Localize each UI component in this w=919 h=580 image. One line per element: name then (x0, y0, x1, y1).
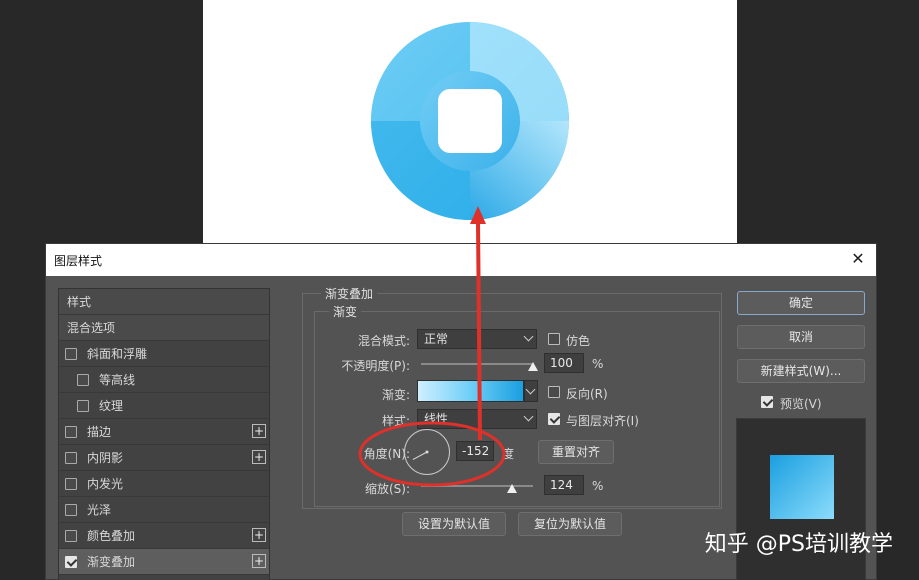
style-item-checkbox[interactable] (65, 451, 77, 464)
scale-label: 缩放(S): (364, 482, 410, 496)
blend-mode-value: 正常 (424, 332, 449, 346)
style-list-item[interactable]: 等高线 (59, 367, 269, 393)
preview-label: 预览(V) (780, 397, 822, 411)
style-item-checkbox[interactable] (65, 555, 77, 568)
gradient-ring-artwork (371, 22, 569, 220)
set-default-button[interactable]: 设置为默认值 (402, 512, 506, 536)
opacity-label: 不透明度(P): (341, 359, 410, 373)
chevron-down-icon (523, 331, 534, 342)
style-item-label: 等高线 (99, 373, 136, 387)
angle-label: 角度(N): (363, 447, 410, 461)
preview-checkbox[interactable] (761, 396, 773, 408)
style-list-item[interactable]: 渐变叠加 + (59, 549, 269, 575)
style-list-item[interactable]: 内阴影 + (59, 445, 269, 471)
angle-input[interactable]: -152 (456, 441, 494, 461)
blend-mode-label: 混合模式: (357, 334, 410, 348)
reverse-label: 反向(R) (566, 387, 608, 401)
gradient-dropdown[interactable] (524, 380, 538, 402)
preview-swatch (770, 455, 834, 519)
style-list-item[interactable]: 光泽 (59, 497, 269, 523)
scale-percent: % (592, 479, 604, 493)
chevron-down-icon (523, 411, 534, 422)
style-list-item[interactable]: 描边 + (59, 419, 269, 445)
gradient-style-value: 线性 (424, 412, 449, 426)
style-item-checkbox[interactable] (77, 373, 89, 386)
subgroup-title: 渐变 (329, 303, 362, 320)
style-item-label: 颜色叠加 (87, 529, 136, 543)
opacity-percent: % (592, 357, 604, 371)
gradient-style-select[interactable]: 线性 (417, 409, 537, 429)
reset-default-button[interactable]: 复位为默认值 (518, 512, 622, 536)
add-effect-icon[interactable]: + (252, 554, 266, 568)
opacity-slider-track[interactable] (421, 363, 533, 365)
style-item-checkbox[interactable] (65, 347, 77, 360)
close-icon[interactable]: ✕ (848, 249, 868, 269)
style-list: 样式 混合选项 斜面和浮雕等高线纹理描边 + 内阴影 + 内发光光泽颜色叠加 + 渐变叠加 + (58, 288, 270, 580)
style-list-item[interactable]: 颜色叠加 + (59, 523, 269, 549)
style-item-checkbox[interactable] (77, 399, 89, 412)
style-list-item[interactable]: 纹理 (59, 393, 269, 419)
style-item-label: 内发光 (87, 477, 124, 491)
style-label: 样式: (381, 414, 410, 428)
add-effect-icon[interactable]: + (252, 424, 266, 438)
ok-button[interactable]: 确定 (737, 291, 865, 315)
opacity-slider-thumb[interactable] (528, 362, 538, 371)
cancel-button[interactable]: 取消 (737, 325, 865, 349)
style-list-item[interactable]: 内发光 (59, 471, 269, 497)
reverse-checkbox[interactable] (548, 386, 560, 398)
style-item-label: 斜面和浮雕 (87, 347, 148, 361)
style-item-label: 纹理 (99, 399, 124, 413)
gradient-label: 渐变: (381, 388, 410, 402)
dither-label: 仿色 (566, 334, 591, 348)
angle-dial-indicator (412, 450, 429, 460)
style-item-label: 内阴影 (87, 451, 124, 465)
dither-checkbox[interactable] (548, 333, 560, 345)
blend-mode-select[interactable]: 正常 (417, 329, 537, 349)
style-item-checkbox[interactable] (65, 503, 77, 516)
group-title: 渐变叠加 (321, 285, 378, 302)
gradient-swatch[interactable] (417, 380, 524, 402)
scale-input[interactable]: 124 (544, 475, 584, 495)
blend-options-item[interactable]: 混合选项 (59, 315, 269, 341)
style-list-item[interactable]: 斜面和浮雕 (59, 341, 269, 367)
style-list-header[interactable]: 样式 (59, 289, 269, 315)
style-item-checkbox[interactable] (65, 477, 77, 490)
style-item-checkbox[interactable] (65, 529, 77, 542)
align-with-layer-label: 与图层对齐(I) (566, 414, 639, 428)
scale-slider-thumb[interactable] (507, 484, 518, 493)
chevron-down-icon (525, 384, 536, 395)
style-item-label: 渐变叠加 (87, 555, 136, 569)
angle-dial[interactable] (404, 429, 450, 475)
style-list-header-label: 样式 (67, 295, 92, 309)
align-with-layer-checkbox[interactable] (548, 413, 560, 425)
add-effect-icon[interactable]: + (252, 528, 266, 542)
style-item-label: 描边 (87, 425, 112, 439)
add-effect-icon[interactable]: + (252, 450, 266, 464)
dialog-titlebar: 图层样式 ✕ (46, 244, 876, 276)
degree-unit: 度 (502, 447, 515, 461)
dialog-title: 图层样式 (54, 254, 103, 268)
style-item-checkbox[interactable] (65, 425, 77, 438)
new-style-button[interactable]: 新建样式(W)... (737, 359, 865, 383)
watermark: 知乎 @PS培训教学 (704, 532, 893, 557)
style-item-label: 光泽 (87, 503, 112, 517)
reset-align-button[interactable]: 重置对齐 (538, 440, 614, 464)
opacity-input[interactable]: 100 (544, 353, 584, 373)
blend-options-label: 混合选项 (67, 321, 116, 335)
